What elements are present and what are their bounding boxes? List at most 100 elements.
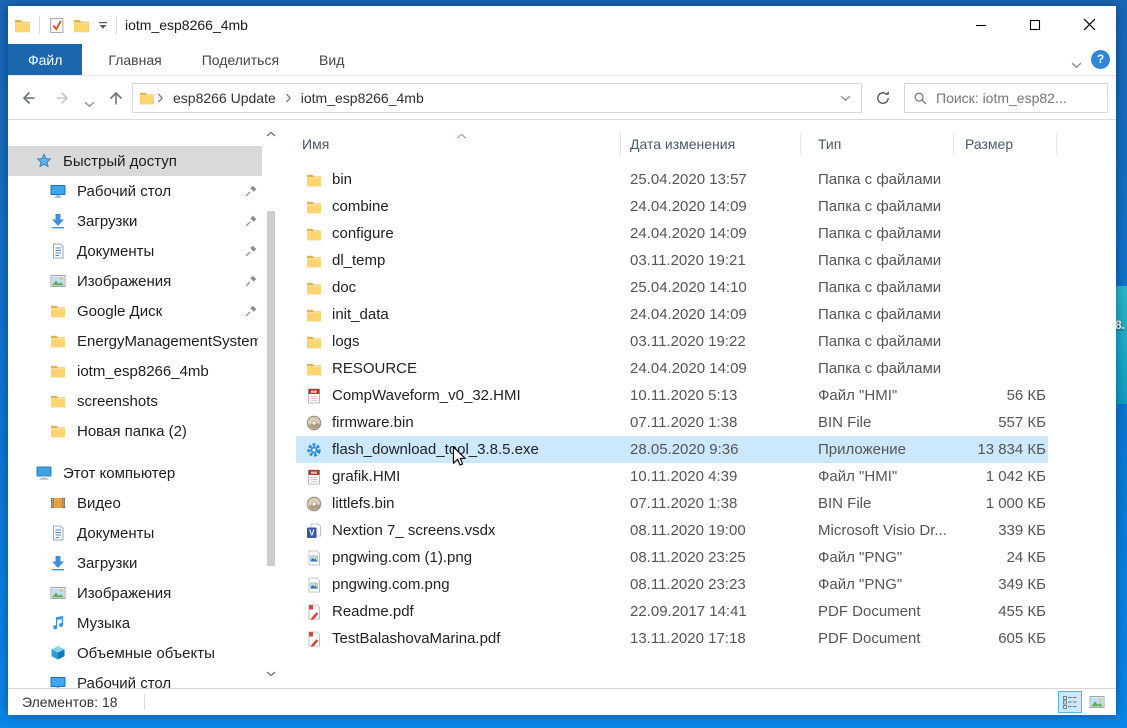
svg-text:V: V <box>309 528 315 537</box>
disc-icon <box>306 415 322 431</box>
column-divider[interactable] <box>953 133 954 155</box>
file-row[interactable]: firmware.bin07.11.2020 1:38BIN File557 К… <box>290 409 1116 436</box>
help-button[interactable]: ? <box>1091 50 1110 69</box>
sidebar-item-video[interactable]: Видео <box>8 488 262 518</box>
details-view-button[interactable] <box>1058 691 1082 713</box>
sidebar-item-music[interactable]: Музыка <box>8 608 262 638</box>
tab-file[interactable]: Файл <box>8 44 82 75</box>
column-header-size[interactable]: Размер <box>965 125 1013 163</box>
column-header-name[interactable]: Имя <box>302 125 329 163</box>
recent-locations-icon[interactable] <box>84 95 95 113</box>
address-dropdown-icon[interactable] <box>840 95 855 102</box>
forward-button[interactable] <box>53 88 73 113</box>
search-input[interactable] <box>936 90 1099 106</box>
visio-icon: V <box>306 523 322 539</box>
sidebar-scrollbar[interactable] <box>262 120 280 688</box>
breadcrumb-chevron-icon[interactable] <box>283 93 294 103</box>
quick-access-toolbar <box>14 16 117 34</box>
tab-view[interactable]: Вид <box>305 44 358 75</box>
sidebar-item-screenshots[interactable]: screenshots <box>8 386 262 416</box>
column-divider[interactable] <box>800 133 801 155</box>
sidebar-item-quick-access[interactable]: Быстрый доступ <box>8 146 262 176</box>
music-icon <box>50 615 66 631</box>
status-bar: Элементов: 18 <box>8 688 1116 715</box>
desktop-icon-partial-label: 8. <box>1115 286 1127 332</box>
sidebar-item-documents-pinned[interactable]: Документы <box>8 236 262 266</box>
video-icon <box>50 495 66 511</box>
file-row[interactable]: combine24.04.2020 14:09Папка с файлами <box>290 193 1116 220</box>
sidebar-item-documents[interactable]: Документы <box>8 518 262 548</box>
file-row[interactable]: HMIgrafik.HMI10.11.2020 4:39Файл "HMI"1 … <box>290 463 1116 490</box>
maximize-button[interactable] <box>1008 6 1062 43</box>
file-row[interactable]: configure24.04.2020 14:09Папка с файлами <box>290 220 1116 247</box>
breadcrumb-current[interactable]: iotm_esp8266_4mb <box>294 90 431 106</box>
sidebar-item-desktop[interactable]: Рабочий стол <box>8 668 262 688</box>
sidebar-item-3d-objects[interactable]: Объемные объекты <box>8 638 262 668</box>
pin-icon <box>244 304 258 318</box>
tab-share[interactable]: Поделиться <box>188 44 293 75</box>
downloads-icon <box>50 555 66 571</box>
title-bar: iotm_esp8266_4mb <box>8 6 1116 44</box>
file-row[interactable]: littlefs.bin07.11.2020 1:38BIN File1 000… <box>290 490 1116 517</box>
sidebar-item-downloads[interactable]: Загрузки <box>8 548 262 578</box>
column-divider[interactable] <box>1056 133 1057 155</box>
file-row[interactable]: doc25.04.2020 14:10Папка с файлами <box>290 274 1116 301</box>
file-row[interactable]: HMICompWaveform_v0_32.HMI10.11.2020 5:13… <box>290 382 1116 409</box>
tab-home[interactable]: Главная <box>94 44 175 75</box>
folder-icon <box>50 393 66 409</box>
sidebar-item-pictures-pinned[interactable]: Изображения <box>8 266 262 296</box>
explorer-window: iotm_esp8266_4mb Файл Главная Поделиться… <box>8 6 1116 715</box>
scroll-up-icon[interactable] <box>266 124 276 142</box>
file-row[interactable]: pngwing.com.png08.11.2020 23:23Файл "PNG… <box>290 571 1116 598</box>
address-bar[interactable]: esp8266 Update iotm_esp8266_4mb <box>132 83 862 113</box>
file-row[interactable]: pngwing.com (1).png08.11.2020 23:25Файл … <box>290 544 1116 571</box>
sidebar-item-energy-management[interactable]: EnergyManagementSystemN <box>8 326 262 356</box>
new-folder-icon[interactable] <box>73 17 90 34</box>
sidebar-item-desktop-pinned[interactable]: Рабочий стол <box>8 176 262 206</box>
file-row[interactable]: logs03.11.2020 19:22Папка с файлами <box>290 328 1116 355</box>
scroll-down-icon[interactable] <box>266 664 276 682</box>
sidebar-item-new-folder[interactable]: Новая папка (2) <box>8 416 262 446</box>
file-row[interactable]: bin25.04.2020 13:57Папка с файлами <box>290 166 1116 193</box>
column-divider[interactable] <box>620 133 621 155</box>
pdf-icon <box>306 604 322 620</box>
items-count: Элементов: 18 <box>22 689 118 715</box>
back-button[interactable] <box>18 88 38 113</box>
svg-text:HMI: HMI <box>311 389 318 393</box>
disc-icon <box>306 496 322 512</box>
sidebar-item-iotm-esp8266[interactable]: iotm_esp8266_4mb <box>8 356 262 386</box>
divider <box>144 694 145 710</box>
qat-customize-icon[interactable] <box>98 21 108 30</box>
expand-ribbon-icon[interactable] <box>1071 56 1082 74</box>
file-row[interactable]: TestBalashovaMarina.pdf13.11.2020 17:18P… <box>290 625 1116 652</box>
image-file-icon <box>306 577 322 593</box>
close-button[interactable] <box>1062 6 1116 43</box>
address-folder-icon <box>139 90 155 106</box>
up-button[interactable] <box>106 88 126 113</box>
column-header-type[interactable]: Тип <box>818 125 841 163</box>
sidebar-item-this-pc[interactable]: Этот компьютер <box>8 458 262 488</box>
refresh-button[interactable] <box>866 83 900 113</box>
file-row[interactable]: RESOURCE24.04.2020 14:09Папка с файлами <box>290 355 1116 382</box>
file-row[interactable]: Readme.pdf22.09.2017 14:41PDF Document45… <box>290 598 1116 625</box>
file-row[interactable]: dl_temp03.11.2020 19:21Папка с файлами <box>290 247 1116 274</box>
divider <box>39 16 40 34</box>
breadcrumb-parent[interactable]: esp8266 Update <box>166 90 283 106</box>
properties-check-icon[interactable] <box>48 17 65 34</box>
thumbnail-view-button[interactable] <box>1086 691 1108 713</box>
pin-icon <box>244 244 258 258</box>
file-row[interactable]: init_data24.04.2020 14:09Папка с файлами <box>290 301 1116 328</box>
sidebar-item-downloads-pinned[interactable]: Загрузки <box>8 206 262 236</box>
minimize-button[interactable] <box>954 6 1008 43</box>
breadcrumb-chevron-icon[interactable] <box>155 93 166 103</box>
scrollbar-thumb[interactable] <box>267 211 275 566</box>
sidebar-item-pictures[interactable]: Изображения <box>8 578 262 608</box>
file-row[interactable]: VNextion 7_ screens.vsdx08.11.2020 19:00… <box>290 517 1116 544</box>
file-row-selected[interactable]: flash_download_tool_3.8.5.exe28.05.2020 … <box>290 436 1116 463</box>
desktop-background: 8. iotm_esp8266_4mb Файл Главная <box>0 0 1127 728</box>
sidebar-item-google-drive[interactable]: Google Диск <box>8 296 262 326</box>
pin-icon <box>244 214 258 228</box>
window-title: iotm_esp8266_4mb <box>125 17 248 33</box>
column-header-date[interactable]: Дата изменения <box>630 125 735 163</box>
pictures-icon <box>50 585 66 601</box>
